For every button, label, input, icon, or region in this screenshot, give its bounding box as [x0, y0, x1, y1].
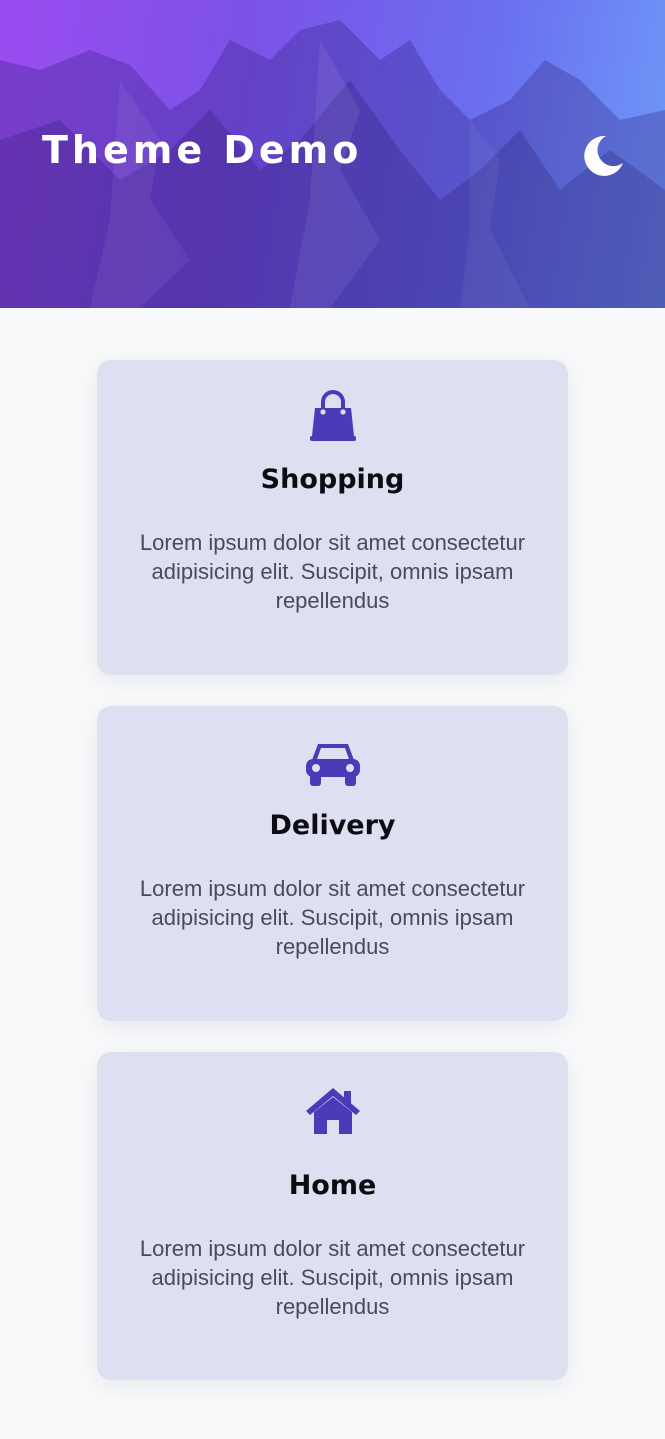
card-title: Shopping: [260, 464, 405, 495]
theme-toggle-button[interactable]: [580, 133, 626, 179]
home-icon: [305, 1088, 360, 1134]
card-title: Delivery: [269, 810, 396, 841]
shopping-bag-icon: [309, 390, 356, 441]
card-home: Home Lorem ipsum dolor sit amet consecte…: [97, 1052, 568, 1380]
card-description: Lorem ipsum dolor sit amet consectetur a…: [139, 530, 526, 613]
page-title: Theme Demo: [42, 128, 363, 172]
moon-icon: [584, 135, 623, 176]
card-description: Lorem ipsum dolor sit amet consectetur a…: [139, 876, 526, 959]
hero-header: Theme Demo: [0, 0, 665, 308]
card-delivery: Delivery Lorem ipsum dolor sit amet cons…: [97, 706, 568, 1021]
card-description: Lorem ipsum dolor sit amet consectetur a…: [139, 1236, 526, 1319]
car-icon: [305, 744, 360, 786]
card-shopping: Shopping Lorem ipsum dolor sit amet cons…: [97, 360, 568, 675]
card-title: Home: [288, 1170, 377, 1201]
